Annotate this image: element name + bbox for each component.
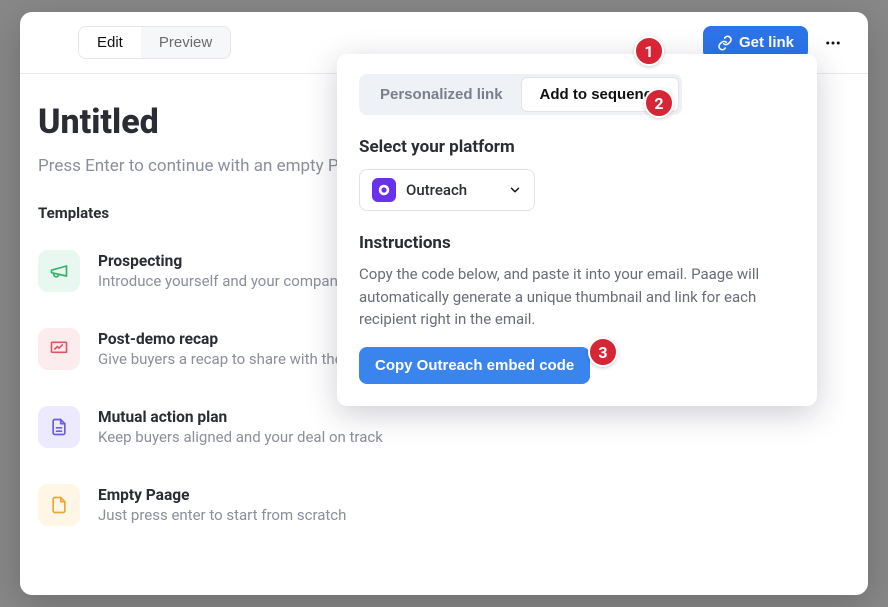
instructions-body: Copy the code below, and paste it into y… bbox=[359, 263, 795, 331]
document-icon bbox=[38, 406, 80, 448]
instructions-heading: Instructions bbox=[359, 233, 795, 253]
annotation-marker-3: 3 bbox=[588, 337, 618, 367]
template-title: Prospecting bbox=[98, 252, 345, 270]
file-icon bbox=[38, 484, 80, 526]
presentation-icon bbox=[38, 328, 80, 370]
template-desc: Introduce yourself and your company bbox=[98, 272, 345, 290]
annotation-marker-2: 2 bbox=[644, 88, 674, 118]
template-mutual-action-plan[interactable]: Mutual action plan Keep buyers aligned a… bbox=[38, 396, 850, 474]
megaphone-icon bbox=[38, 250, 80, 292]
edit-tab[interactable]: Edit bbox=[79, 27, 141, 58]
platform-selected-name: Outreach bbox=[406, 181, 467, 199]
link-icon bbox=[717, 35, 733, 51]
get-link-label: Get link bbox=[739, 34, 794, 51]
template-empty-paage[interactable]: Empty Paage Just press enter to start fr… bbox=[38, 474, 850, 552]
template-desc: Keep buyers aligned and your deal on tra… bbox=[98, 428, 383, 446]
edit-preview-toggle: Edit Preview bbox=[78, 26, 231, 59]
template-desc: Just press enter to start from scratch bbox=[98, 506, 346, 524]
more-horizontal-icon bbox=[824, 34, 842, 52]
preview-tab[interactable]: Preview bbox=[141, 27, 230, 58]
get-link-popover: Personalized link Add to sequence Select… bbox=[337, 54, 817, 406]
copy-embed-code-button[interactable]: Copy Outreach embed code bbox=[359, 347, 590, 384]
annotation-marker-1: 1 bbox=[634, 36, 664, 66]
editor-modal: Edit Preview Get link Untitled Press Ent… bbox=[20, 12, 868, 595]
more-menu-button[interactable] bbox=[816, 28, 850, 58]
template-title: Mutual action plan bbox=[98, 408, 383, 426]
template-title: Empty Paage bbox=[98, 486, 346, 504]
platform-section-label: Select your platform bbox=[359, 137, 795, 157]
platform-select[interactable]: Outreach bbox=[359, 169, 535, 211]
link-type-tabs: Personalized link Add to sequence bbox=[359, 74, 682, 115]
tab-personalized-link[interactable]: Personalized link bbox=[362, 77, 521, 112]
outreach-logo-icon bbox=[372, 178, 396, 202]
chevron-down-icon bbox=[508, 183, 522, 197]
